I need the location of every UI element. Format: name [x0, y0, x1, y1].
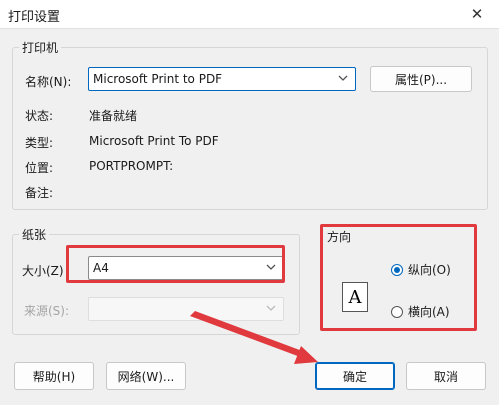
chevron-down-icon: [266, 264, 276, 270]
window-title: 打印设置: [8, 10, 61, 25]
landscape-radio[interactable]: 横向(A): [391, 303, 450, 320]
location-label: 位置:: [25, 161, 54, 175]
chevron-down-icon: [338, 75, 348, 81]
portrait-radio[interactable]: 纵向(O): [391, 261, 451, 278]
paper-group-label: 纸张: [19, 226, 50, 243]
cancel-button[interactable]: 取消: [406, 362, 486, 390]
help-button[interactable]: 帮助(H): [14, 362, 94, 390]
location-value: PORTPROMPT:: [89, 159, 174, 173]
title-bar: 打印设置 ✕: [0, 0, 499, 29]
status-value: 准备就绪: [89, 109, 138, 123]
paper-source-dropdown: [88, 297, 284, 321]
properties-button[interactable]: 属性(P)...: [370, 66, 472, 92]
landscape-radio-label: 横向(A): [408, 305, 450, 319]
printer-name-label: 名称(N):: [25, 75, 72, 89]
close-button[interactable]: ✕: [455, 0, 499, 28]
landscape-radio-indicator[interactable]: [391, 305, 403, 318]
ok-button[interactable]: 确定: [315, 362, 395, 390]
chevron-down-icon: [266, 305, 276, 311]
printer-name-dropdown[interactable]: Microsoft Print to PDF: [88, 67, 356, 91]
comment-label: 备注:: [25, 186, 54, 200]
network-button[interactable]: 网络(W)...: [106, 362, 186, 390]
paper-size-label: 大小(Z): [22, 264, 64, 278]
printer-name-value: Microsoft Print to PDF: [93, 72, 223, 86]
printer-group-label: 打印机: [19, 39, 62, 56]
portrait-radio-indicator[interactable]: [391, 263, 403, 276]
orientation-group-label: 方向: [324, 228, 355, 245]
close-icon: ✕: [470, 5, 484, 23]
portrait-page-icon: A: [342, 282, 368, 312]
portrait-radio-label: 纵向(O): [408, 263, 451, 277]
paper-source-label: 来源(S):: [24, 304, 70, 318]
type-value: Microsoft Print To PDF: [89, 134, 219, 148]
paper-size-value: A4: [93, 261, 109, 275]
paper-size-dropdown[interactable]: A4: [88, 256, 284, 280]
type-label: 类型:: [25, 136, 54, 150]
status-label: 状态:: [25, 109, 54, 123]
